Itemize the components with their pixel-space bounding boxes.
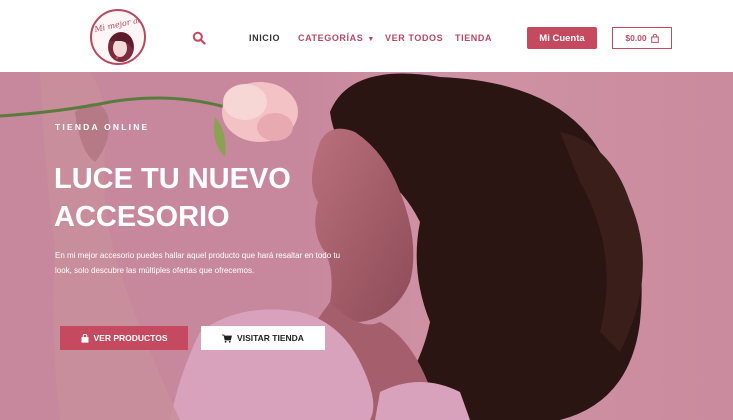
shopping-bag-icon: [650, 33, 659, 43]
shopping-bag-icon: [81, 333, 88, 343]
account-button[interactable]: Mi Cuenta: [527, 27, 597, 49]
hero-headline-line-1: LUCE TU NUEVO: [54, 163, 291, 195]
nav-item-inicio[interactable]: INICIO: [249, 33, 280, 43]
nav-item-tienda[interactable]: TIENDA: [455, 33, 492, 43]
search-icon[interactable]: [192, 31, 206, 45]
view-products-label: VER PRODUCTOS: [93, 333, 168, 343]
visit-store-label: VISITAR TIENDA: [237, 333, 304, 343]
view-products-button[interactable]: VER PRODUCTOS: [60, 326, 188, 350]
hero-description: En mi mejor accesorio puedes hallar aque…: [55, 251, 341, 275]
chevron-down-icon: ▼: [367, 36, 375, 43]
hero-kicker: TIENDA ONLINE: [55, 122, 150, 132]
visit-store-button[interactable]: VISITAR TIENDA: [201, 326, 325, 350]
hero-headline: LUCE TU NUEVO ACCESORIO: [54, 160, 354, 236]
shopping-cart-icon: [222, 334, 233, 343]
cart-button[interactable]: $0.00: [612, 27, 672, 49]
nav-item-categorias-label: CATEGORÍAS: [298, 33, 364, 43]
nav-item-categorias[interactable]: CATEGORÍAS ▼: [298, 33, 375, 43]
cart-total: $0.00: [625, 33, 647, 43]
hero-banner: TIENDA ONLINE LUCE TU NUEVO ACCESORIO En…: [0, 72, 733, 420]
hero-headline-line-2: ACCESORIO: [54, 201, 230, 233]
site-logo[interactable]: Mi mejor accesorio: [90, 9, 146, 65]
site-header: Mi mejor accesorio INICIO CATEGORÍAS ▼ VE…: [0, 0, 733, 72]
nav-item-ver-todos[interactable]: VER TODOS: [385, 33, 443, 43]
